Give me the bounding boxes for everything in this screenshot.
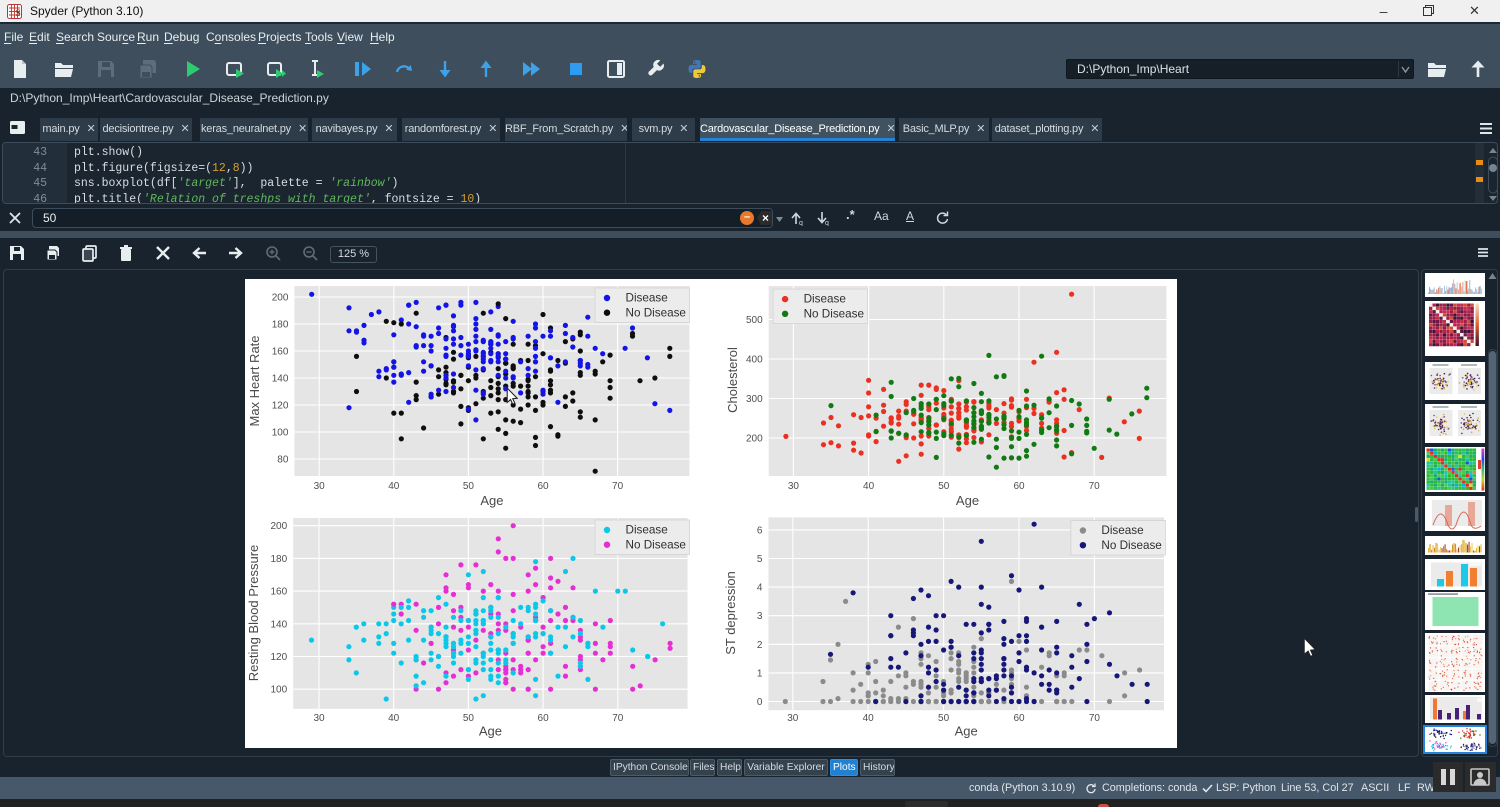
svg-text:Disease: Disease (625, 292, 667, 305)
svg-text:70: 70 (1088, 713, 1100, 724)
svg-text:Age: Age (478, 724, 501, 739)
svg-text:300: 300 (746, 394, 763, 405)
svg-text:60: 60 (537, 713, 549, 724)
svg-text:50: 50 (938, 481, 950, 492)
svg-text:70: 70 (612, 713, 624, 724)
svg-text:40: 40 (388, 481, 400, 492)
svg-text:Age: Age (480, 493, 503, 508)
svg-text:40: 40 (388, 713, 400, 724)
svg-text:200: 200 (270, 521, 287, 532)
svg-text:120: 120 (270, 652, 287, 663)
svg-text:No Disease: No Disease (803, 307, 863, 320)
svg-text:140: 140 (271, 374, 288, 385)
svg-text:S: S (16, 8, 21, 18)
svg-text:4: 4 (756, 583, 762, 594)
svg-text:200: 200 (746, 434, 763, 445)
svg-text:30: 30 (313, 713, 325, 724)
svg-text:Disease: Disease (803, 293, 845, 306)
svg-text:100: 100 (271, 428, 288, 439)
svg-text:50: 50 (462, 481, 474, 492)
svg-text:2: 2 (756, 640, 762, 651)
svg-text:140: 140 (270, 619, 287, 630)
svg-text:70: 70 (1088, 481, 1100, 492)
svg-text:40: 40 (863, 481, 875, 492)
svg-text:q: q (825, 220, 829, 226)
svg-text:30: 30 (787, 481, 799, 492)
svg-text:50: 50 (938, 713, 950, 724)
svg-text:5: 5 (756, 554, 762, 565)
svg-text:Disease: Disease (625, 524, 667, 537)
svg-text:Cholesterol: Cholesterol (725, 347, 740, 413)
svg-text:Age: Age (954, 724, 977, 739)
svg-text:200: 200 (271, 293, 288, 304)
svg-text:30: 30 (313, 481, 325, 492)
svg-text:50: 50 (462, 713, 474, 724)
svg-text:Max Heart Rate: Max Heart Rate (247, 335, 262, 426)
svg-text:60: 60 (1013, 481, 1025, 492)
svg-text:6: 6 (756, 525, 762, 536)
svg-text:500: 500 (746, 315, 763, 326)
svg-text:60: 60 (537, 481, 549, 492)
svg-text:3: 3 (756, 611, 762, 622)
svg-text:400: 400 (746, 355, 763, 366)
svg-text:120: 120 (271, 401, 288, 412)
svg-text:80: 80 (277, 455, 289, 466)
svg-text:Disease: Disease (1101, 524, 1143, 537)
svg-text:180: 180 (270, 554, 287, 565)
svg-text:No Disease: No Disease (1101, 539, 1161, 552)
svg-text:ST depression: ST depression (723, 571, 738, 655)
svg-text:0: 0 (756, 697, 762, 708)
svg-text:No Disease: No Disease (625, 306, 685, 319)
svg-text:Resting Blood Pressure: Resting Blood Pressure (246, 545, 261, 682)
svg-text:70: 70 (612, 481, 624, 492)
svg-text:40: 40 (862, 713, 874, 724)
svg-text:1: 1 (756, 668, 762, 679)
svg-text:180: 180 (271, 320, 288, 331)
svg-text:30: 30 (787, 713, 799, 724)
svg-text:No Disease: No Disease (625, 538, 685, 551)
svg-text:160: 160 (271, 347, 288, 358)
svg-text:100: 100 (270, 685, 287, 696)
svg-text:Age: Age (955, 493, 978, 508)
svg-text:q: q (799, 220, 803, 226)
svg-text:160: 160 (270, 587, 287, 598)
svg-text:60: 60 (1013, 713, 1025, 724)
